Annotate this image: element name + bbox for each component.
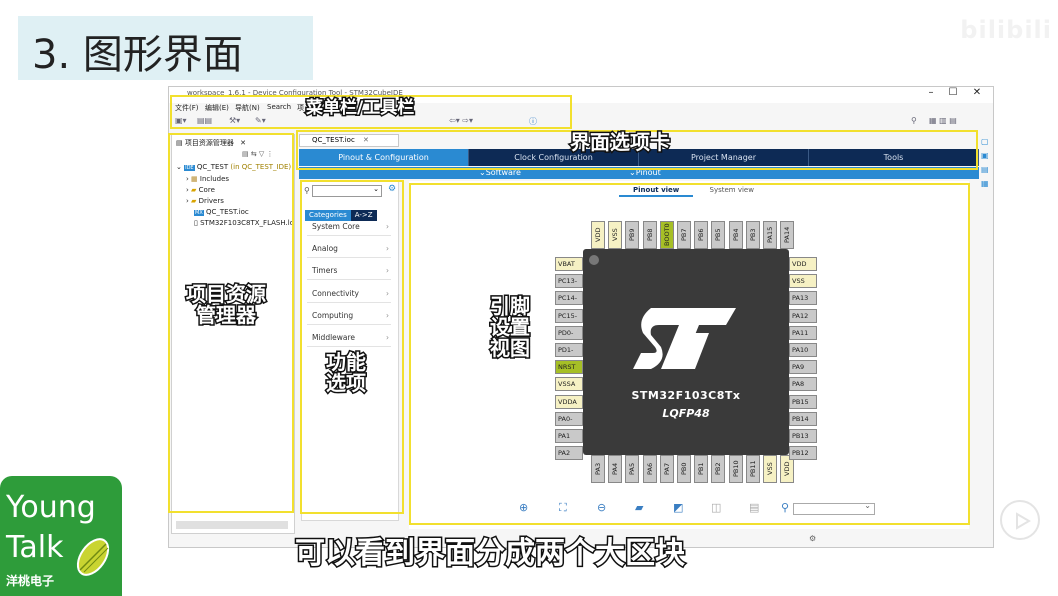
- label-pin-view: 引脚 设置 视图: [489, 294, 532, 360]
- play-button[interactable]: [1000, 500, 1040, 540]
- slide-title: 3. 图形界面: [32, 32, 243, 78]
- horizontal-scrollbar[interactable]: [176, 521, 288, 529]
- starfruit-icon: [76, 538, 110, 576]
- logo-line1: Young: [6, 490, 96, 525]
- video-subtitle: 可以看到界面分成两个大区块: [294, 535, 687, 573]
- label-explorer: 项目资源 管理器: [185, 282, 268, 327]
- logo-line2: Talk: [6, 530, 64, 565]
- maximize-icon[interactable]: ☐: [943, 87, 963, 98]
- bilibili-watermark: bilibili: [960, 16, 1052, 44]
- close-icon[interactable]: ✕: [967, 87, 987, 98]
- label-menu-toolbar: 菜单栏/工具栏: [304, 98, 415, 119]
- search-icon[interactable]: ⚲: [911, 116, 917, 125]
- slide-title-box: 3. 图形界面: [18, 16, 313, 80]
- perspective-icon[interactable]: ▦ ▥ ▤: [929, 116, 957, 125]
- status-icon: ⚙: [809, 534, 817, 543]
- minimize-icon[interactable]: –: [921, 87, 941, 98]
- young-talk-logo: Young Talk 洋桃电子: [0, 476, 122, 596]
- label-tabs: 界面选项卡: [569, 130, 672, 154]
- play-icon: [1016, 512, 1031, 530]
- label-functions: 功能 选项: [325, 350, 368, 395]
- highlight-categories: [300, 180, 404, 514]
- logo-line3: 洋桃电子: [6, 574, 55, 588]
- side-view-toolbar[interactable]: ▢ ▣ ▤ ▦: [981, 135, 989, 191]
